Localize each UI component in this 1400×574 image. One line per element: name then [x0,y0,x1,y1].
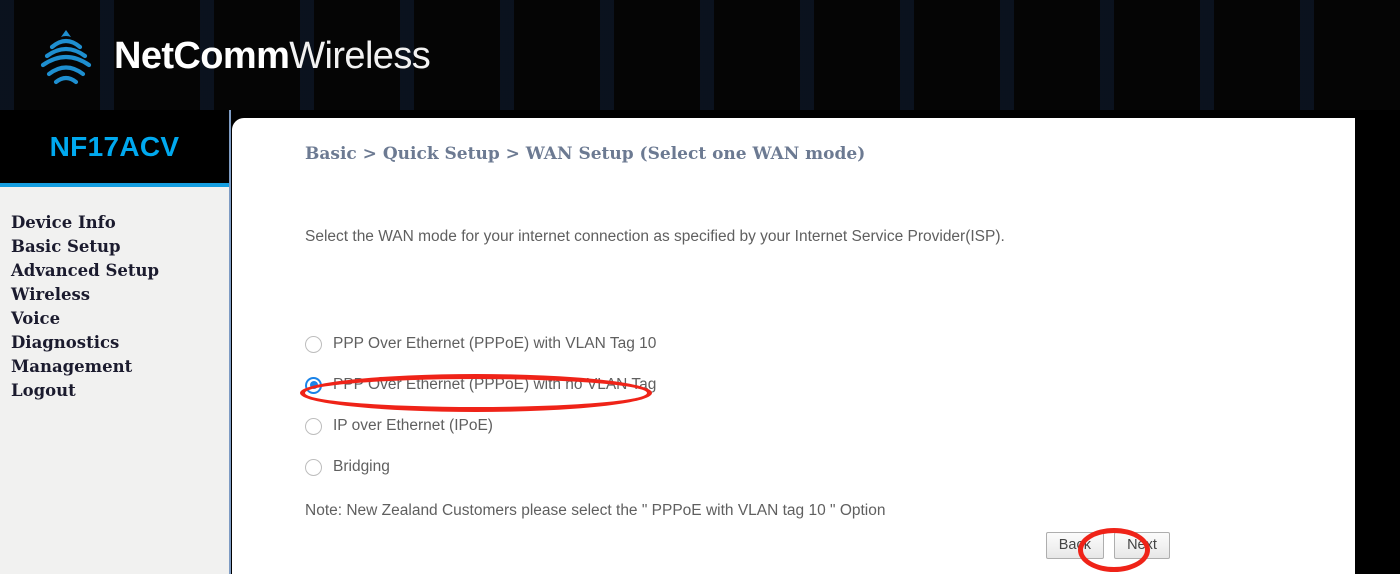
sidebar-item-logout[interactable]: Logout [11,379,229,403]
sidebar-item-device-info[interactable]: Device Info [11,211,229,235]
radio-pppoe-no-vlan-icon[interactable] [305,376,322,394]
content-panel: Basic > Quick Setup > WAN Setup (Select … [232,118,1355,574]
wan-mode-label-ipoe: IP over Ethernet (IPoE) [333,417,493,434]
radio-pppoe-vlan10-icon[interactable] [305,335,322,353]
wizard-button-bar: Back Next [1045,532,1170,559]
brand-name-bold: NetComm [114,35,290,77]
wan-mode-option-ipoe[interactable]: IP over Ethernet (IPoE) [305,412,493,440]
sidebar-item-management[interactable]: Management [11,355,229,379]
sidebar: NF17ACV Device Info Basic Setup Advanced… [0,110,231,574]
wan-mode-option-bridging[interactable]: Bridging [305,453,390,481]
sidebar-device-header: NF17ACV [0,110,229,187]
wan-mode-label-pppoe-no-vlan: PPP Over Ethernet (PPPoE) with no VLAN T… [333,376,657,393]
sidebar-item-advanced-setup[interactable]: Advanced Setup [11,259,229,283]
wan-mode-label-pppoe-vlan10: PPP Over Ethernet (PPPoE) with VLAN Tag … [333,335,657,352]
intro-description: Select the WAN mode for your internet co… [305,228,1005,245]
brand-name-light: Wireless [289,35,431,77]
radio-bridging-icon[interactable] [305,458,322,476]
back-button[interactable]: Back [1045,532,1104,559]
netcomm-signal-arcs-icon [40,30,92,85]
sidebar-item-diagnostics[interactable]: Diagnostics [11,331,229,355]
sidebar-item-wireless[interactable]: Wireless [11,283,229,307]
brand-wordmark: NetCommWireless [114,35,431,77]
sidebar-item-basic-setup[interactable]: Basic Setup [11,235,229,259]
radio-ipoe-icon[interactable] [305,417,322,435]
sidebar-item-voice[interactable]: Voice [11,307,229,331]
breadcrumb: Basic > Quick Setup > WAN Setup (Select … [305,144,866,164]
wan-mode-radio-group: PPP Over Ethernet (PPPoE) with VLAN Tag … [305,330,1205,494]
wan-mode-option-pppoe-no-vlan[interactable]: PPP Over Ethernet (PPPoE) with no VLAN T… [305,371,656,399]
sidebar-menu: Device Info Basic Setup Advanced Setup W… [0,187,229,403]
next-button[interactable]: Next [1114,532,1170,559]
wan-mode-label-bridging: Bridging [333,458,390,475]
brand-logo[interactable]: NetCommWireless [30,20,470,92]
note-text: Note: New Zealand Customers please selec… [305,502,886,519]
device-model-label: NF17ACV [49,130,180,162]
page-header: NetCommWireless [0,0,1400,110]
wan-mode-option-pppoe-vlan10[interactable]: PPP Over Ethernet (PPPoE) with VLAN Tag … [305,330,656,358]
